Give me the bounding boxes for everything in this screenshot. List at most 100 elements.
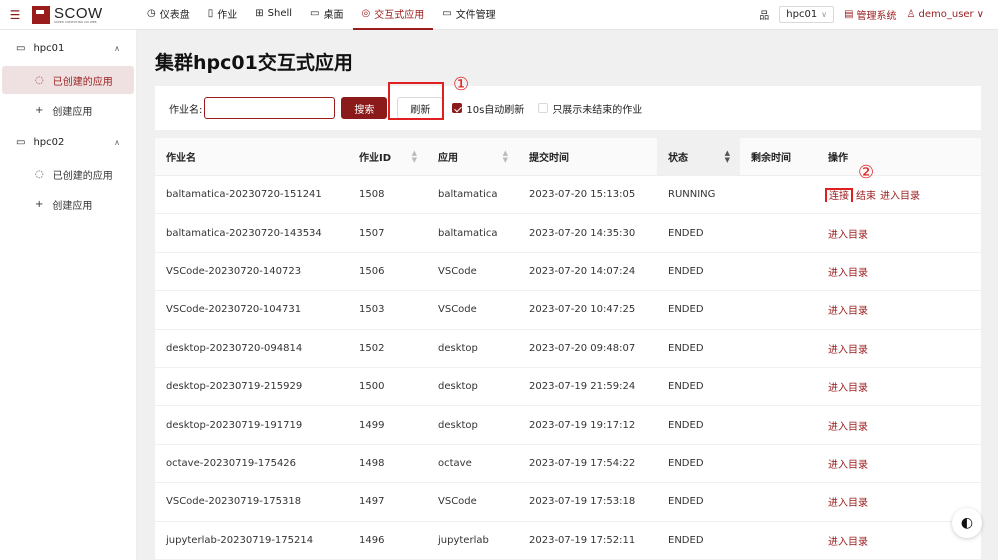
cell-app: baltamatica xyxy=(438,227,498,239)
cell-app: desktop xyxy=(438,381,478,393)
open-directory-link[interactable]: 进入目录 xyxy=(828,537,868,548)
sidebar-group-hpc02[interactable]: ▭ hpc02 ∧ xyxy=(0,126,136,158)
cell-actions: 进入目录 xyxy=(817,264,981,279)
cell-app: desktop xyxy=(438,342,478,354)
cell-job-id: 1508 xyxy=(359,189,385,201)
only-unfinished-checkbox[interactable]: 只展示未结束的作业 xyxy=(538,101,642,116)
sidebar-item-create-app[interactable]: + 创建应用 xyxy=(2,96,134,124)
nav-label: 交互式应用 xyxy=(374,10,425,21)
nav-label: 仪表盘 xyxy=(159,10,190,21)
open-directory-link[interactable]: 进入目录 xyxy=(828,498,868,509)
nav-desktop[interactable]: ▭ 桌面 xyxy=(301,0,352,30)
plus-icon: + xyxy=(35,198,44,210)
auto-refresh-label: 10s自动刷新 xyxy=(466,104,525,116)
logo-subtitle: SUPER COMPUTING ON WEB xyxy=(54,19,97,24)
open-directory-link[interactable]: 进入目录 xyxy=(828,422,868,433)
open-directory-link[interactable]: 进入目录 xyxy=(828,230,868,241)
cell-submit-time: 2023-07-20 10:47:25 xyxy=(529,304,636,316)
folder-icon: ▭ xyxy=(16,42,26,54)
cluster-select[interactable]: hpc01 ∨ xyxy=(779,6,835,23)
open-directory-link[interactable]: 进入目录 xyxy=(828,306,868,317)
admin-system-link[interactable]: ▤ 管理系统 xyxy=(844,7,896,22)
nav-shell[interactable]: ⊞ Shell xyxy=(246,0,301,30)
job-name-input[interactable] xyxy=(204,97,336,119)
open-directory-link[interactable]: 进入目录 xyxy=(880,191,920,202)
user-menu[interactable]: ♙ demo_user ∨ xyxy=(907,9,984,20)
annotation-number-1: ① xyxy=(453,74,470,95)
folder-icon: ▭ xyxy=(16,136,26,148)
eye-icon: ◎ xyxy=(361,8,371,19)
cell-app: VSCode xyxy=(438,265,477,277)
cell-status: ENDED xyxy=(668,342,704,354)
sidebar-item-create-app[interactable]: + 创建应用 xyxy=(2,190,134,218)
logo[interactable]: SCOW SUPER COMPUTING ON WEB xyxy=(32,5,132,24)
sidebar-item-label: 创建应用 xyxy=(52,200,93,212)
cell-job-id: 1496 xyxy=(359,534,385,546)
nav-file-manager[interactable]: ▭ 文件管理 xyxy=(433,0,504,30)
cell-job-id: 1499 xyxy=(359,419,385,431)
auto-refresh-checkbox[interactable]: 10s自动刷新 xyxy=(452,101,524,116)
end-link[interactable]: 结束 xyxy=(856,191,876,202)
cell-job-id: 1507 xyxy=(359,227,385,239)
table-row: baltamatica-20230720-143534 1507 baltamati… xyxy=(155,214,981,253)
cell-app: VSCode xyxy=(438,496,477,508)
cell-status: ENDED xyxy=(668,265,704,277)
menu-toggle-icon[interactable]: ☰ xyxy=(0,8,30,22)
cell-job-name: desktop-20230720-094814 xyxy=(166,342,303,354)
cell-submit-time: 2023-07-20 14:35:30 xyxy=(529,227,636,239)
col-header-id[interactable]: 作业ID ▲ ▼ xyxy=(348,138,427,175)
cell-app: jupyterlab xyxy=(438,534,489,546)
cell-actions: 连接 结束 进入目录 xyxy=(817,187,981,203)
cell-app: VSCode xyxy=(438,304,477,316)
open-directory-link[interactable]: 进入目录 xyxy=(828,460,868,471)
sidebar-group-label: hpc02 xyxy=(33,136,65,148)
sidebar-item-created-apps[interactable]: ◌ 已创建的应用 xyxy=(2,66,134,94)
cell-status: ENDED xyxy=(668,534,704,546)
cell-status: ENDED xyxy=(668,457,704,469)
col-header-name: 作业名 xyxy=(155,138,348,175)
search-button[interactable]: 搜索 xyxy=(341,97,388,119)
cell-job-id: 1497 xyxy=(359,496,385,508)
sidebar-group-hpc01[interactable]: ▭ hpc01 ∧ xyxy=(0,32,136,64)
cell-status: ENDED xyxy=(668,419,704,431)
cell-actions: 进入目录 xyxy=(817,302,981,317)
checkbox-unchecked-icon xyxy=(538,103,549,113)
cell-job-name: VSCode-20230720-140723 xyxy=(166,265,302,277)
nav-interactive-apps[interactable]: ◎ 交互式应用 xyxy=(352,0,434,30)
cell-actions: 进入目录 xyxy=(817,341,981,356)
nav-dashboard[interactable]: ◷ 仪表盘 xyxy=(138,0,199,30)
table-row: desktop-20230720-094814 1502 desktop 2023-0… xyxy=(155,330,981,368)
only-unfinished-label: 只展示未结束的作业 xyxy=(552,104,643,116)
cell-job-name: octave-20230719-175426 xyxy=(166,457,297,469)
cell-submit-time: 2023-07-20 14:07:24 xyxy=(529,265,636,277)
chevron-up-icon: ∧ xyxy=(114,43,120,53)
col-header-status[interactable]: 状态 ▲ ▼ xyxy=(657,138,740,175)
contrast-icon: ◐ xyxy=(960,515,974,531)
user-name: demo_user xyxy=(918,9,974,20)
cluster-select-value: hpc01 xyxy=(786,9,818,20)
cell-status: RUNNING xyxy=(668,189,716,201)
theme-toggle-button[interactable]: ◐ xyxy=(952,508,982,538)
shell-icon: ⊞ xyxy=(255,8,264,19)
annotation-box-refresh xyxy=(388,82,444,120)
job-name-label: 作业名: xyxy=(169,104,203,116)
connect-link[interactable]: 连接 xyxy=(825,188,853,203)
jobs-table: 作业名 作业ID ▲ ▼ 应用 ▲ ▼ 提交时间 状态 ▲ ▼ 剩余时间 操作 baltam… xyxy=(155,138,981,560)
col-header-submit-time: 提交时间 xyxy=(518,138,657,175)
open-directory-link[interactable]: 进入目录 xyxy=(828,345,868,356)
cell-actions: 进入目录 xyxy=(817,379,981,394)
cell-job-id: 1502 xyxy=(359,342,385,354)
cell-job-name: baltamatica-20230720-143534 xyxy=(166,227,322,239)
open-directory-link[interactable]: 进入目录 xyxy=(828,268,868,279)
nav-jobs[interactable]: ▯ 作业 xyxy=(199,0,247,30)
jobs-icon: ▯ xyxy=(207,8,214,19)
sidebar-item-label: 创建应用 xyxy=(52,106,93,118)
cell-job-name: desktop-20230719-215929 xyxy=(166,381,303,393)
open-directory-link[interactable]: 进入目录 xyxy=(828,383,868,394)
cell-app: desktop xyxy=(438,419,478,431)
col-header-app[interactable]: 应用 ▲ ▼ xyxy=(427,138,518,175)
annotation-number-2: ② xyxy=(858,162,875,183)
sidebar-item-created-apps[interactable]: ◌ 已创建的应用 xyxy=(2,160,134,188)
nav-label: 桌面 xyxy=(323,10,344,21)
cell-app: baltamatica xyxy=(438,189,498,201)
